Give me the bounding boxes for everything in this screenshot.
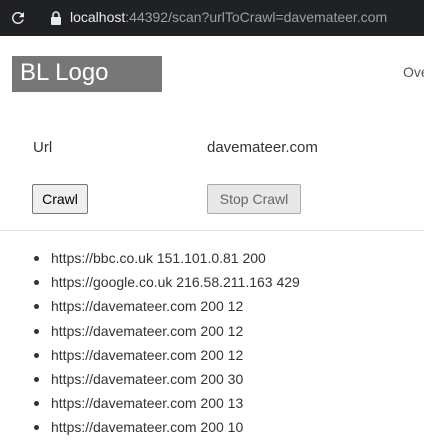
list-item: https://davemateer.com 200 13 bbox=[34, 391, 300, 415]
brand-logo[interactable]: BL Logo bbox=[12, 56, 162, 92]
bullet-icon bbox=[34, 401, 39, 407]
lock-icon[interactable] bbox=[50, 11, 62, 25]
crawl-button[interactable]: Crawl bbox=[32, 184, 88, 214]
result-text: https://davemateer.com 200 12 bbox=[51, 322, 244, 339]
list-item: https://davemateer.com 200 30 bbox=[34, 367, 300, 391]
result-text: https://davemateer.com 200 10 bbox=[51, 419, 244, 436]
result-text: https://bbc.co.uk 151.101.0.81 200 bbox=[51, 250, 266, 266]
bullet-icon bbox=[34, 280, 39, 286]
nav-link-overview[interactable]: Ove bbox=[403, 64, 424, 80]
list-item: https://davemateer.com 200 12 bbox=[34, 294, 300, 318]
reload-icon[interactable] bbox=[9, 9, 27, 27]
list-item: https://google.co.uk 216.58.211.163 429 bbox=[34, 270, 300, 294]
result-text: https://google.co.uk 216.58.211.163 429 bbox=[51, 274, 300, 291]
result-text: https://davemateer.com 200 13 bbox=[51, 395, 244, 412]
result-text: https://davemateer.com 200 12 bbox=[51, 346, 244, 363]
url-value: davemateer.com bbox=[207, 139, 318, 156]
address-bar[interactable]: localhost:44392/scan?urlToCrawl=davemate… bbox=[70, 9, 387, 25]
browser-toolbar: localhost:44392/scan?urlToCrawl=davemate… bbox=[0, 0, 424, 36]
url-path: :44392/scan?urlToCrawl=davemateer.com bbox=[125, 9, 388, 25]
bullet-icon bbox=[34, 425, 39, 431]
list-item: https://davemateer.com 200 10 bbox=[34, 415, 300, 439]
stop-crawl-button[interactable]: Stop Crawl bbox=[207, 184, 301, 214]
list-item: https://davemateer.com 200 12 bbox=[34, 319, 300, 343]
url-host: localhost bbox=[70, 9, 126, 25]
url-label: Url bbox=[33, 139, 53, 156]
bullet-icon bbox=[34, 304, 39, 310]
list-item: https://bbc.co.uk 151.101.0.81 200 bbox=[34, 246, 300, 270]
result-text: https://davemateer.com 200 30 bbox=[51, 370, 244, 387]
results-list: https://bbc.co.uk 151.101.0.81 200 https… bbox=[34, 246, 300, 440]
bullet-icon bbox=[34, 328, 39, 334]
result-text: https://davemateer.com 200 12 bbox=[51, 298, 244, 315]
divider bbox=[0, 230, 424, 231]
list-item: https://davemateer.com 200 12 bbox=[34, 343, 300, 367]
bullet-icon bbox=[34, 352, 39, 358]
bullet-icon bbox=[34, 256, 39, 261]
bullet-icon bbox=[34, 376, 39, 382]
